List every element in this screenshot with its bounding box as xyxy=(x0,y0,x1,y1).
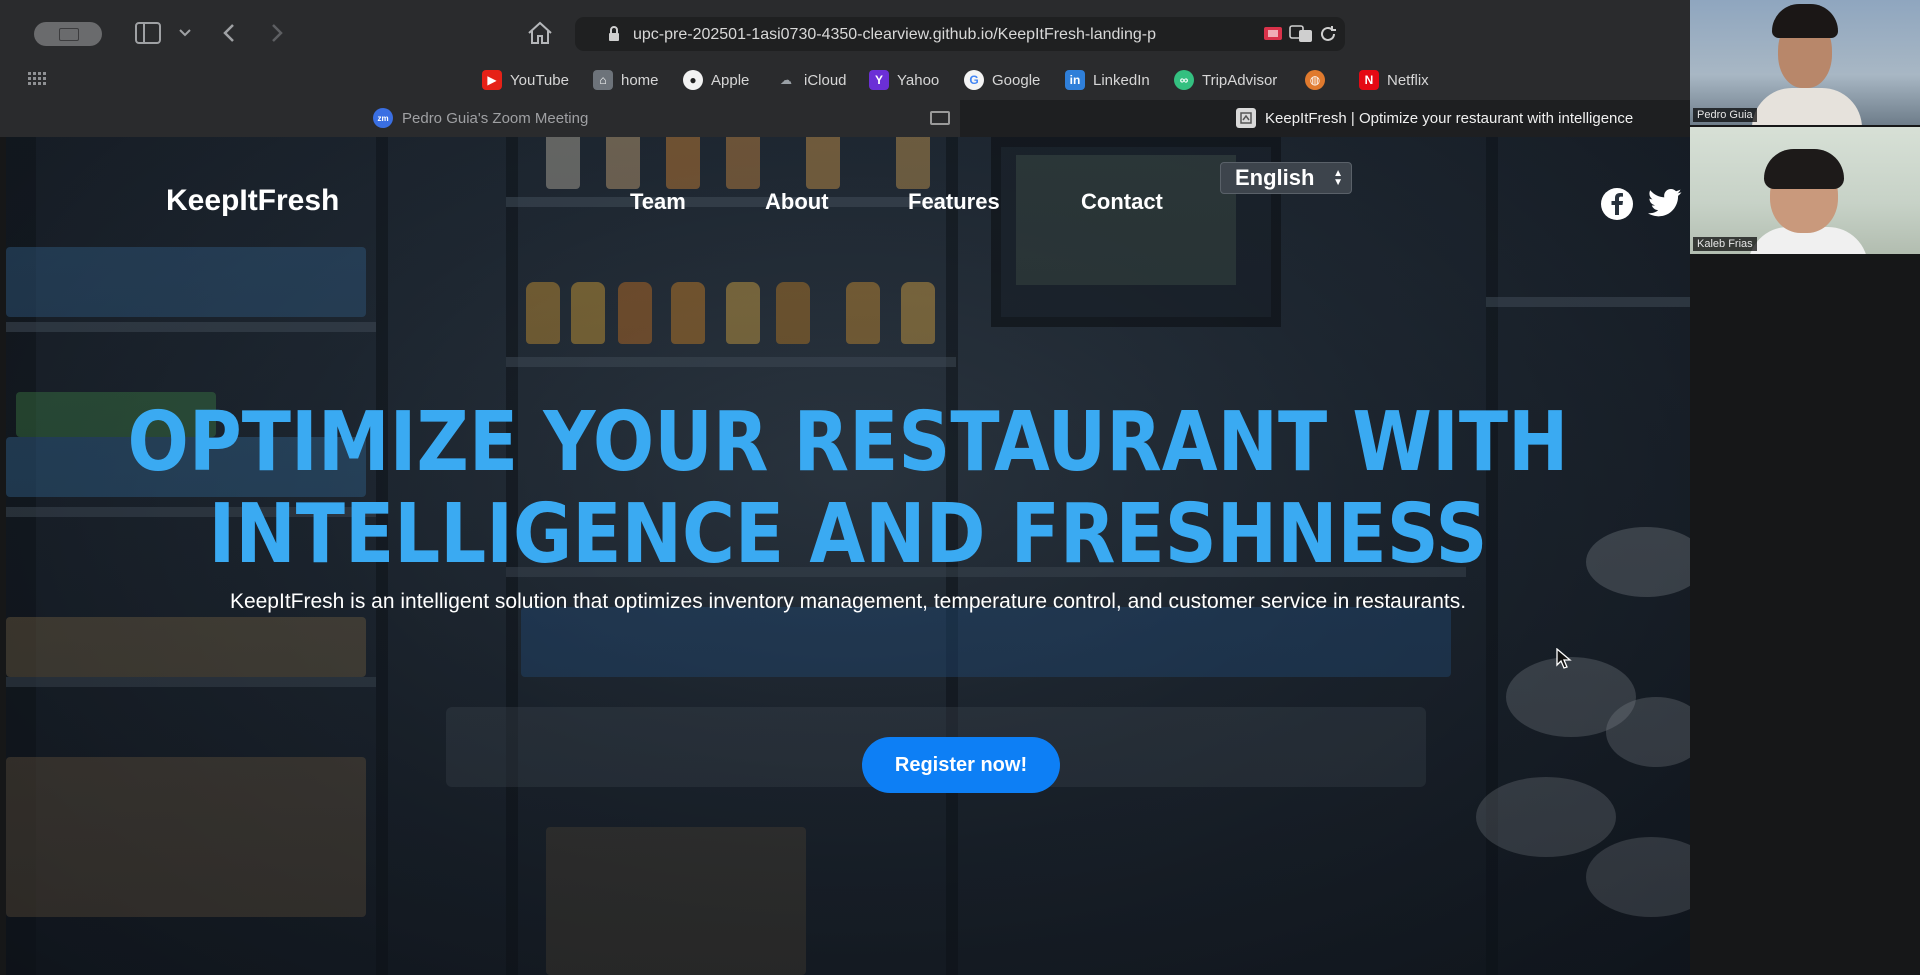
forward-arrow-icon[interactable] xyxy=(270,23,284,43)
mouse-cursor-icon xyxy=(1556,647,1572,675)
language-value: English xyxy=(1235,165,1315,190)
nav-features[interactable]: Features xyxy=(908,189,1000,215)
bookmark-netflix[interactable]: N Netflix xyxy=(1359,68,1429,92)
bookmark-yahoo[interactable]: Y Yahoo xyxy=(869,68,939,92)
bookmarks-bar: ▶ YouTube ⌂ home ● Apple ☁ iCloud Y Yahoo G Go… xyxy=(0,62,1690,98)
site-logo[interactable]: KeepItFresh xyxy=(166,184,339,218)
facebook-icon[interactable] xyxy=(1600,187,1634,226)
participant-hair xyxy=(1764,149,1844,189)
home-icon[interactable] xyxy=(527,21,553,45)
apps-grid-icon[interactable] xyxy=(28,72,46,91)
bookmark-linkedin[interactable]: in LinkedIn xyxy=(1065,68,1150,92)
reload-icon[interactable] xyxy=(1319,25,1337,48)
bookmark-label: home xyxy=(621,71,659,89)
tab-zoom-meeting[interactable]: zm Pedro Guia's Zoom Meeting xyxy=(6,100,960,137)
bookmark-icloud[interactable]: ☁ iCloud xyxy=(776,68,847,92)
bookmark-label: YouTube xyxy=(510,71,569,89)
bookmark-label: Yahoo xyxy=(897,71,940,89)
bookmark-google[interactable]: G Google xyxy=(964,68,1040,92)
youtube-icon: ▶ xyxy=(482,70,502,90)
bookmark-youtube[interactable]: ▶ YouTube xyxy=(482,68,569,92)
hero-title: OPTIMIZE YOUR RESTAURANT WITH INTELLIGEN… xyxy=(127,395,1569,582)
translate-icon[interactable] xyxy=(1289,25,1313,48)
bookmark-tripadvisor[interactable]: ∞ TripAdvisor xyxy=(1174,68,1277,92)
address-bar[interactable]: upc-pre-202501-1asi0730-4350-clearview.g… xyxy=(575,17,1345,51)
home-bookmark-icon: ⌂ xyxy=(593,70,613,90)
bookmark-label: LinkedIn xyxy=(1093,71,1150,89)
bookmark-label: Apple xyxy=(711,71,750,89)
register-button[interactable]: Register now! xyxy=(862,737,1060,793)
picture-in-picture-icon[interactable] xyxy=(930,111,950,125)
bookmark-label: iCloud xyxy=(804,71,847,89)
google-icon: G xyxy=(964,70,984,90)
participant-name: Pedro Guia xyxy=(1693,108,1757,122)
nav-team[interactable]: Team xyxy=(630,189,686,215)
url-fade xyxy=(1175,17,1255,51)
bookmark-apple[interactable]: ● Apple xyxy=(683,68,749,92)
participant-video-tile[interactable]: Kaleb Frias xyxy=(1690,127,1920,254)
tab-strip: zm Pedro Guia's Zoom Meeting KeepItFresh… xyxy=(6,100,1690,137)
bookmark-home[interactable]: ⌂ home xyxy=(593,68,659,92)
select-arrows-icon: ▲ ▼ xyxy=(1333,168,1343,188)
browser-chrome: upc-pre-202501-1asi0730-4350-clearview.g… xyxy=(0,0,1690,137)
browser-toolbar: upc-pre-202501-1asi0730-4350-clearview.g… xyxy=(0,0,1690,62)
tab-label: Pedro Guia's Zoom Meeting xyxy=(402,110,589,127)
participant-body xyxy=(1752,88,1862,125)
twitter-icon[interactable] xyxy=(1648,188,1682,223)
bookmark-label: TripAdvisor xyxy=(1202,71,1278,89)
url-text[interactable]: upc-pre-202501-1asi0730-4350-clearview.g… xyxy=(633,26,1245,44)
bookmark-label: Netflix xyxy=(1387,71,1429,89)
tab-keepitfresh[interactable]: KeepItFresh | Optimize your restaurant w… xyxy=(960,100,1690,137)
globe-icon: ◍ xyxy=(1305,70,1325,90)
tripadvisor-icon: ∞ xyxy=(1174,70,1194,90)
chevron-down-icon[interactable] xyxy=(179,29,191,37)
linkedin-icon: in xyxy=(1065,70,1085,90)
tab-label: KeepItFresh | Optimize your restaurant w… xyxy=(1265,110,1634,127)
back-arrow-icon[interactable] xyxy=(222,23,236,43)
window-switcher-button[interactable] xyxy=(34,22,102,46)
yahoo-icon: Y xyxy=(869,70,889,90)
bookmark-globe[interactable]: ◍ xyxy=(1305,68,1333,92)
language-select[interactable]: English ▲ ▼ xyxy=(1220,162,1352,194)
nav-contact[interactable]: Contact xyxy=(1081,189,1163,215)
nav-about[interactable]: About xyxy=(765,189,829,215)
site-favicon xyxy=(1236,108,1256,128)
netflix-icon: N xyxy=(1359,70,1379,90)
participant-video-tile[interactable]: Pedro Guia xyxy=(1690,0,1920,125)
bookmark-label: Google xyxy=(992,71,1041,89)
participant-hair xyxy=(1772,4,1838,38)
landing-page: KeepItFresh Team About Features Contact … xyxy=(6,137,1690,975)
meeting-side-area xyxy=(1690,254,1920,975)
sidebar-toggle-icon[interactable] xyxy=(135,22,161,44)
screen-share-icon[interactable] xyxy=(1263,25,1285,48)
participant-name: Kaleb Frias xyxy=(1693,237,1757,251)
hero-subtitle: KeepItFresh is an intelligent solution t… xyxy=(229,590,1467,613)
lock-icon xyxy=(608,26,620,47)
icloud-icon: ☁ xyxy=(780,73,792,87)
apple-icon: ● xyxy=(683,70,703,90)
zoom-icon: zm xyxy=(373,108,393,128)
